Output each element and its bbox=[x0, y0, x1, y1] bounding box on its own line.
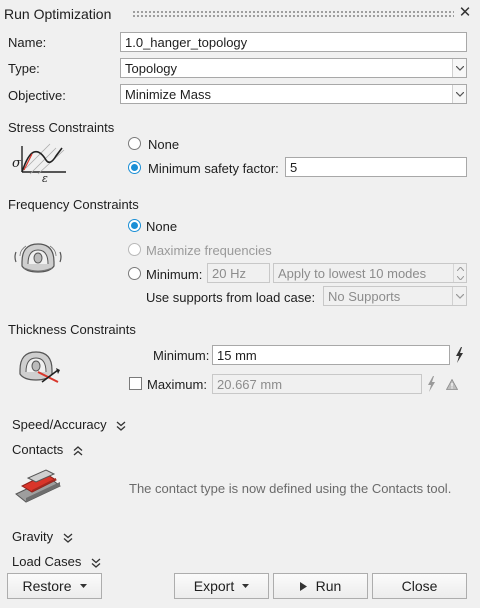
window-title: Run Optimization bbox=[4, 6, 112, 22]
thickness-maximum-label: Maximum: bbox=[147, 377, 207, 392]
supports-select[interactable]: No Supports bbox=[323, 286, 467, 306]
name-input[interactable]: 1.0_hanger_topology bbox=[120, 32, 467, 52]
load-cases-toggle[interactable]: Load Cases bbox=[12, 554, 101, 569]
drag-grip-handle[interactable] bbox=[132, 10, 454, 19]
stress-none-label: None bbox=[148, 137, 180, 152]
frequency-none-label: None bbox=[146, 219, 178, 234]
stress-none-radio[interactable] bbox=[128, 137, 141, 150]
warning-icon bbox=[445, 378, 459, 390]
thickness-constraints-heading: Thickness Constraints bbox=[8, 322, 136, 337]
spinner-arrows-icon[interactable] bbox=[453, 264, 466, 282]
export-button[interactable]: Export bbox=[174, 573, 269, 599]
stress-strain-icon: σ ε bbox=[12, 140, 68, 185]
vibration-part-icon bbox=[14, 238, 62, 276]
double-chevron-down-icon bbox=[63, 533, 73, 543]
apply-modes-spinner[interactable]: Apply to lowest 10 modes bbox=[273, 263, 467, 283]
close-button[interactable]: Close bbox=[372, 573, 467, 599]
frequency-minimum-label: Minimum: bbox=[146, 267, 203, 282]
thickness-minimum-label: Minimum: bbox=[153, 348, 210, 363]
type-select[interactable]: Topology bbox=[120, 58, 467, 78]
double-chevron-up-icon bbox=[73, 445, 83, 456]
run-button-label: Run bbox=[315, 578, 342, 594]
objective-select-value: Minimize Mass bbox=[125, 87, 211, 102]
thickness-part-icon bbox=[16, 348, 62, 384]
close-icon[interactable]: ✕ bbox=[458, 5, 472, 20]
speed-accuracy-label: Speed/Accuracy bbox=[12, 417, 107, 432]
contacts-message: The contact type is now defined using th… bbox=[129, 481, 452, 496]
supports-label: Use supports from load case: bbox=[146, 290, 316, 305]
maximize-frequencies-radio[interactable] bbox=[128, 243, 141, 256]
restore-button[interactable]: Restore bbox=[7, 573, 102, 599]
chevron-down-icon bbox=[79, 584, 87, 588]
thickness-minimum-input[interactable]: 15 mm bbox=[212, 345, 450, 365]
chevron-down-icon[interactable] bbox=[452, 287, 466, 305]
double-chevron-down-icon bbox=[91, 558, 101, 568]
min-safety-label: Minimum safety factor: bbox=[148, 161, 279, 176]
lightning-icon[interactable] bbox=[426, 376, 436, 392]
chevron-down-icon[interactable] bbox=[452, 59, 466, 77]
svg-text:σ: σ bbox=[12, 156, 22, 171]
frequency-none-radio[interactable] bbox=[128, 219, 141, 232]
gravity-label: Gravity bbox=[12, 529, 54, 544]
objective-label: Objective: bbox=[8, 88, 66, 103]
restore-button-label: Restore bbox=[22, 578, 72, 594]
objective-select[interactable]: Minimize Mass bbox=[120, 84, 467, 104]
play-icon bbox=[299, 581, 307, 591]
chevron-down-icon[interactable] bbox=[452, 85, 466, 103]
min-safety-input[interactable]: 5 bbox=[285, 157, 467, 177]
export-button-label: Export bbox=[193, 578, 235, 594]
svg-text:ε: ε bbox=[42, 172, 48, 182]
contacts-label: Contacts bbox=[12, 442, 64, 457]
run-button[interactable]: Run bbox=[273, 573, 368, 599]
lightning-icon[interactable] bbox=[454, 347, 464, 363]
stress-constraints-heading: Stress Constraints bbox=[8, 120, 115, 135]
chevron-down-icon bbox=[242, 584, 250, 588]
frequency-constraints-heading: Frequency Constraints bbox=[8, 197, 139, 212]
frequency-minimum-radio[interactable] bbox=[128, 267, 141, 280]
stress-min-safety-radio[interactable] bbox=[128, 161, 141, 174]
gravity-toggle[interactable]: Gravity bbox=[12, 529, 73, 544]
thickness-maximum-input[interactable]: 20.667 mm bbox=[212, 374, 422, 394]
thickness-maximum-checkbox[interactable] bbox=[129, 377, 142, 390]
contacts-icon bbox=[14, 468, 62, 504]
type-select-value: Topology bbox=[125, 61, 178, 76]
supports-select-value: No Supports bbox=[328, 289, 401, 304]
close-button-label: Close bbox=[401, 578, 438, 594]
contacts-toggle[interactable]: Contacts bbox=[12, 442, 83, 457]
name-label: Name: bbox=[8, 35, 47, 50]
speed-accuracy-toggle[interactable]: Speed/Accuracy bbox=[12, 417, 126, 432]
double-chevron-down-icon bbox=[116, 421, 126, 431]
maximize-frequencies-label: Maximize frequencies bbox=[146, 243, 272, 258]
type-label: Type: bbox=[8, 61, 40, 76]
load-cases-label: Load Cases bbox=[12, 554, 82, 569]
frequency-minimum-input[interactable]: 20 Hz bbox=[207, 263, 270, 283]
apply-modes-value: Apply to lowest 10 modes bbox=[278, 266, 427, 281]
